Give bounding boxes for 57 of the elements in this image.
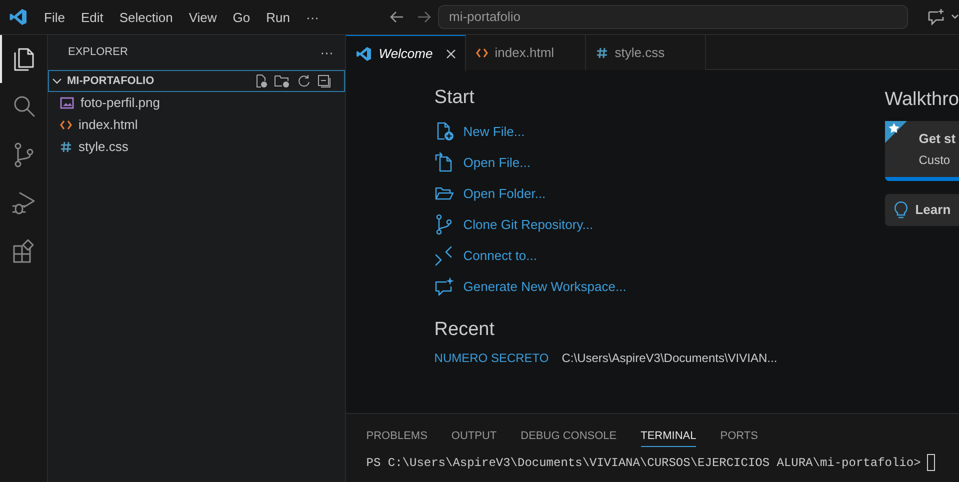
panel-tab[interactable]: PROBLEMS <box>366 426 428 447</box>
forward-arrow-icon <box>416 9 432 25</box>
menu-item[interactable]: Selection <box>111 0 181 34</box>
terminal-prompt: PS C:\Users\AspireV3\Documents\VIVIANA\CURSOS\EJERCICIOS ALURA\mi-portafolio> <box>366 454 921 472</box>
start-link[interactable]: Open File... <box>463 146 530 178</box>
chat-icon <box>927 8 945 26</box>
terminal-cursor <box>926 454 935 471</box>
start-link[interactable]: Open Folder... <box>463 178 546 209</box>
sidebar-title: EXPLORER <box>68 45 128 60</box>
close-icon <box>445 48 458 60</box>
menu-item[interactable]: ··· <box>298 0 327 34</box>
menu-item[interactable]: Go <box>224 0 258 34</box>
walkthrough-card[interactable]: Learn <box>884 194 959 226</box>
folder-row[interactable]: MI-PORTAFOLIO <box>48 70 346 92</box>
refresh-icon <box>296 74 311 88</box>
lightbulb-icon <box>892 201 909 219</box>
start-link[interactable]: Clone Git Repository... <box>463 208 594 240</box>
editor-tab[interactable]: index.html <box>466 35 586 70</box>
card-subtitle: Custo <box>918 152 950 168</box>
command-center[interactable]: mi-portafolio <box>438 5 908 29</box>
card-title: Get st <box>918 130 956 148</box>
recent-path: C:\Users\AspireV3\Documents\VIVIAN... <box>562 350 778 366</box>
editor-logo-icon <box>9 8 27 26</box>
new-folder-icon <box>274 74 290 88</box>
menu-item[interactable]: File <box>36 0 73 34</box>
editor-tab[interactable]: style.css <box>586 35 706 70</box>
section-heading: Walkthro <box>884 89 959 110</box>
back-arrow-icon <box>389 9 405 25</box>
more-actions[interactable]: ··· <box>320 42 334 62</box>
menu-item[interactable]: View <box>180 0 225 34</box>
section-heading: Start <box>434 86 474 110</box>
new-file-icon <box>254 74 268 88</box>
sparkle-chat-icon <box>434 276 456 297</box>
start-link[interactable]: Generate New Workspace... <box>463 270 626 302</box>
code-file-icon <box>476 46 488 58</box>
start-link[interactable]: New File... <box>463 116 525 147</box>
code-file-icon <box>60 119 72 131</box>
tree-item[interactable]: style.css <box>48 136 346 158</box>
menu-item[interactable]: Run <box>258 0 298 34</box>
panel-tab[interactable]: TERMINAL <box>640 426 696 447</box>
tree-item[interactable]: index.html <box>48 114 346 136</box>
section-heading: Recent <box>434 318 494 340</box>
recent-link[interactable]: NUMERO SECRETO <box>434 348 549 368</box>
hash-icon <box>596 46 608 58</box>
start-link[interactable]: Connect to... <box>463 240 537 271</box>
menu-item[interactable]: Edit <box>72 0 112 34</box>
tree-item[interactable]: foto-perfil.png <box>48 92 346 114</box>
image-file-icon <box>60 97 74 109</box>
editor-logo-icon <box>356 46 372 62</box>
editor-tab[interactable]: Welcome <box>346 35 466 71</box>
panel-tab[interactable]: OUTPUT <box>451 426 497 447</box>
walkthrough-card[interactable]: Get st Custo <box>884 121 959 181</box>
hash-icon <box>60 141 72 153</box>
star-icon <box>884 121 907 143</box>
panel-tab[interactable]: PORTS <box>720 426 758 447</box>
collapse-all-icon <box>317 74 332 88</box>
panel-tab[interactable]: DEBUG CONSOLE <box>520 426 617 447</box>
